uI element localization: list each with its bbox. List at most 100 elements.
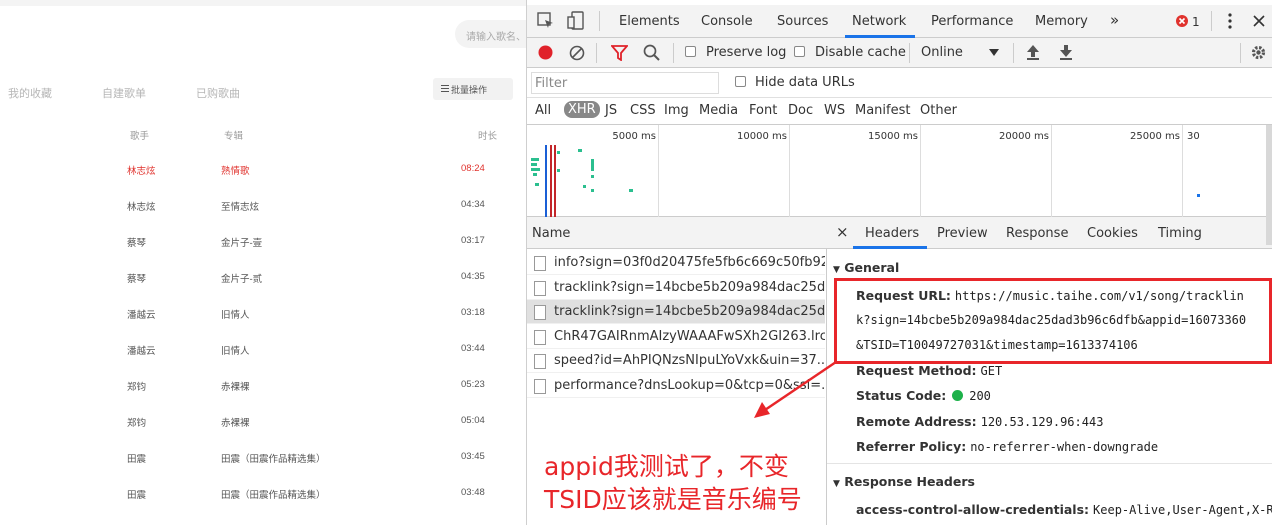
song-album: 熟情歌 <box>221 166 250 177</box>
batch-operation-button[interactable]: 批量操作 <box>433 78 513 100</box>
song-duration: 03:48 <box>461 487 485 498</box>
type-filter-img[interactable]: Img <box>664 103 689 118</box>
type-filter-js[interactable]: JS <box>605 103 617 118</box>
search-icon[interactable] <box>643 44 661 62</box>
type-filter-other[interactable]: Other <box>920 103 957 118</box>
tab-console[interactable]: Console <box>701 14 753 29</box>
response-headers-section-header[interactable]: ▼ Response Headers <box>833 474 975 489</box>
preserve-log-label: Preserve log <box>706 45 787 60</box>
export-har-icon[interactable] <box>1059 44 1073 60</box>
request-bar <box>535 183 539 186</box>
type-filter-font[interactable]: Font <box>749 103 777 118</box>
tab-response[interactable]: Response <box>1006 226 1068 241</box>
browser-tab-strip <box>0 0 526 6</box>
chevron-down-icon[interactable] <box>989 49 999 57</box>
resource-type-filter-bar: All XHR JS CSS Img Media Font Doc WS Man… <box>527 98 1272 125</box>
type-filter-xhr[interactable]: XHR <box>564 101 600 118</box>
network-overview-timeline[interactable]: 5000 ms 10000 ms 15000 ms 20000 ms 25000… <box>527 125 1272 217</box>
tab-timing[interactable]: Timing <box>1158 226 1202 241</box>
throttling-select[interactable]: Online <box>921 45 963 60</box>
error-count[interactable]: 1 <box>1192 15 1200 29</box>
tab-favorites[interactable]: 我的收藏 <box>8 85 52 101</box>
tab-elements[interactable]: Elements <box>619 14 680 29</box>
hide-data-urls-label: Hide data URLs <box>755 75 855 90</box>
more-options-icon[interactable] <box>1227 12 1233 30</box>
request-name: tracklink?sign=14bcbe5b209a984dac25da... <box>554 304 825 319</box>
import-har-icon[interactable] <box>1026 44 1040 60</box>
status-dot-icon <box>952 390 964 401</box>
clear-icon[interactable] <box>569 45 585 61</box>
timeline-tick: 10000 ms <box>737 131 787 142</box>
tab-preview[interactable]: Preview <box>937 226 988 241</box>
type-filter-manifest[interactable]: Manifest <box>855 103 910 118</box>
status-code-row: Status Code: 200 <box>856 388 991 403</box>
song-duration: 05:23 <box>461 379 485 390</box>
song-row[interactable]: 郑钧 赤裸裸 05:23 <box>0 379 526 415</box>
song-row[interactable]: 潘越云 旧情人 03:44 <box>0 343 526 379</box>
song-row[interactable]: 蔡琴 金片子-贰 04:35 <box>0 271 526 307</box>
song-row[interactable]: 潘越云 旧情人 03:18 <box>0 307 526 343</box>
song-album: 田震（田震作品精选集） <box>221 490 326 501</box>
song-row[interactable]: 田震 田震（田震作品精选集） 03:48 <box>0 487 526 523</box>
tab-sources[interactable]: Sources <box>777 14 828 29</box>
annotation-line: TSID应该就是音乐编号 <box>544 485 802 514</box>
filter-input[interactable]: Filter <box>531 72 719 94</box>
preserve-log-checkbox[interactable] <box>685 46 696 57</box>
type-filter-media[interactable]: Media <box>699 103 738 118</box>
request-row[interactable]: tracklink?sign=14bcbe5b209a984dac25da... <box>527 276 825 300</box>
document-icon <box>534 280 546 296</box>
disable-cache-checkbox[interactable] <box>794 46 805 57</box>
close-devtools-icon[interactable] <box>1253 15 1265 27</box>
tab-network[interactable]: Network <box>852 14 906 29</box>
song-row[interactable]: 郑钧 赤裸裸 05:04 <box>0 415 526 451</box>
song-row[interactable]: 林志炫 熟情歌 08:24 <box>0 163 526 199</box>
song-row[interactable]: 蔡琴 金片子-壹 03:17 <box>0 235 526 271</box>
more-tabs-button[interactable]: » <box>1110 11 1119 29</box>
song-row[interactable]: 林志炫 至情志炫 04:34 <box>0 199 526 235</box>
general-section-header[interactable]: ▼ General <box>833 260 899 275</box>
song-artist: 林志炫 <box>127 202 156 213</box>
active-detail-tab-indicator <box>853 246 927 249</box>
tab-performance[interactable]: Performance <box>931 14 1013 29</box>
remote-address-row: Remote Address: 120.53.129.96:443 <box>856 414 1103 429</box>
tab-cookies[interactable]: Cookies <box>1087 226 1138 241</box>
disable-cache-label: Disable cache <box>815 45 906 60</box>
close-detail-button[interactable]: × <box>836 223 849 241</box>
song-album: 金片子-壹 <box>221 238 263 249</box>
device-toolbar-icon[interactable] <box>567 11 585 31</box>
type-filter-all[interactable]: All <box>535 103 551 118</box>
type-filter-doc[interactable]: Doc <box>788 103 813 118</box>
song-artist: 潘越云 <box>127 346 156 357</box>
column-header-album: 专辑 <box>224 131 244 142</box>
request-row[interactable]: ChR47GAIRnmAIzyWAAAFwSXh2GI263.lrc <box>527 325 825 349</box>
search-input[interactable]: 请输入歌名、 <box>455 20 526 48</box>
gear-icon[interactable] <box>1250 44 1267 61</box>
type-filter-ws[interactable]: WS <box>824 103 845 118</box>
hide-data-urls-checkbox[interactable] <box>735 76 746 87</box>
tab-purchased-songs[interactable]: 已购歌曲 <box>196 85 240 101</box>
name-column-header[interactable]: Name <box>527 217 827 249</box>
song-duration: 03:18 <box>461 307 485 318</box>
request-row[interactable]: tracklink?sign=14bcbe5b209a984dac25da... <box>527 300 825 324</box>
referrer-policy-value: no-referrer-when-downgrade <box>970 440 1159 454</box>
status-code-label: Status Code: <box>856 388 947 403</box>
request-bar <box>1197 194 1200 197</box>
tab-memory[interactable]: Memory <box>1035 14 1088 29</box>
record-icon[interactable] <box>537 44 554 61</box>
scrollbar[interactable] <box>1266 125 1272 245</box>
request-name: info?sign=03f0d20475fe5fb6c669c50fb92... <box>554 255 825 270</box>
request-row[interactable]: info?sign=03f0d20475fe5fb6c669c50fb92... <box>527 251 825 275</box>
song-album: 赤裸裸 <box>221 418 250 429</box>
type-filter-css[interactable]: CSS <box>630 103 656 118</box>
document-icon <box>534 329 546 345</box>
document-icon <box>534 305 546 320</box>
error-icon[interactable] <box>1175 14 1189 28</box>
load-event-marker <box>550 145 552 217</box>
song-artist: 蔡琴 <box>127 238 147 249</box>
inspect-element-icon[interactable] <box>537 12 555 30</box>
song-duration: 03:17 <box>461 235 485 246</box>
tab-created-playlists[interactable]: 自建歌单 <box>102 85 146 101</box>
song-row[interactable]: 田震 田震（田震作品精选集） 03:45 <box>0 451 526 487</box>
tab-headers[interactable]: Headers <box>865 226 919 241</box>
filter-icon[interactable] <box>611 45 628 61</box>
